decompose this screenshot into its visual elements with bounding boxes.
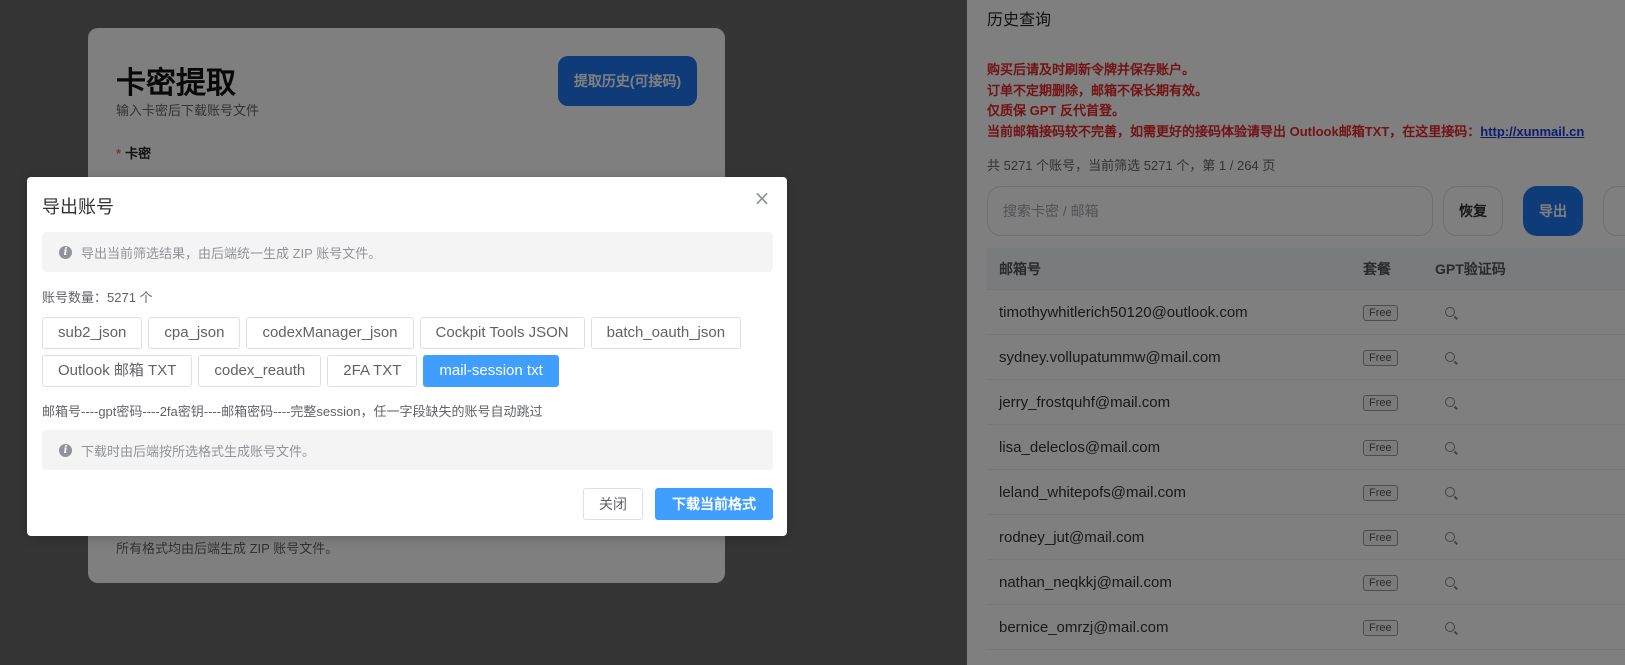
format-option[interactable]: codex_reauth <box>198 355 322 387</box>
format-option[interactable]: Cockpit Tools JSON <box>419 317 585 349</box>
format-option[interactable]: cpa_json <box>148 317 241 349</box>
dialog-title: 导出账号 <box>42 197 114 217</box>
account-count: 账号数量：5271 个 <box>42 290 153 305</box>
format-option[interactable]: 2FA TXT <box>327 355 418 387</box>
info-icon: i <box>59 245 72 259</box>
close-icon[interactable]: × <box>751 187 773 209</box>
export-dialog: 导出账号 × i 导出当前筛选结果，由后端统一生成 ZIP 账号文件。 账号数量… <box>27 177 787 536</box>
info-icon: i <box>59 443 72 457</box>
format-option[interactable]: sub2_json <box>42 317 143 349</box>
format-option-selected[interactable]: mail-session txt <box>423 355 559 387</box>
info-alert: i 导出当前筛选结果，由后端统一生成 ZIP 账号文件。 <box>42 232 773 272</box>
info-alert-text: 导出当前筛选结果，由后端统一生成 ZIP 账号文件。 <box>81 245 382 261</box>
format-option[interactable]: batch_oauth_json <box>590 317 742 349</box>
info-alert-text: 下载时由后端按所选格式生成账号文件。 <box>81 443 316 459</box>
format-option[interactable]: Outlook 邮箱 TXT <box>42 355 193 387</box>
format-options: sub2_json cpa_json codexManager_json Cockpi… <box>42 317 762 393</box>
close-button[interactable]: 关闭 <box>583 488 643 520</box>
format-hint: 邮箱号----gpt密码----2fa密钥----邮箱密码----完整sessi… <box>42 404 543 419</box>
download-button[interactable]: 下载当前格式 <box>655 488 773 520</box>
format-option[interactable]: codexManager_json <box>246 317 414 349</box>
info-alert: i 下载时由后端按所选格式生成账号文件。 <box>42 430 773 470</box>
